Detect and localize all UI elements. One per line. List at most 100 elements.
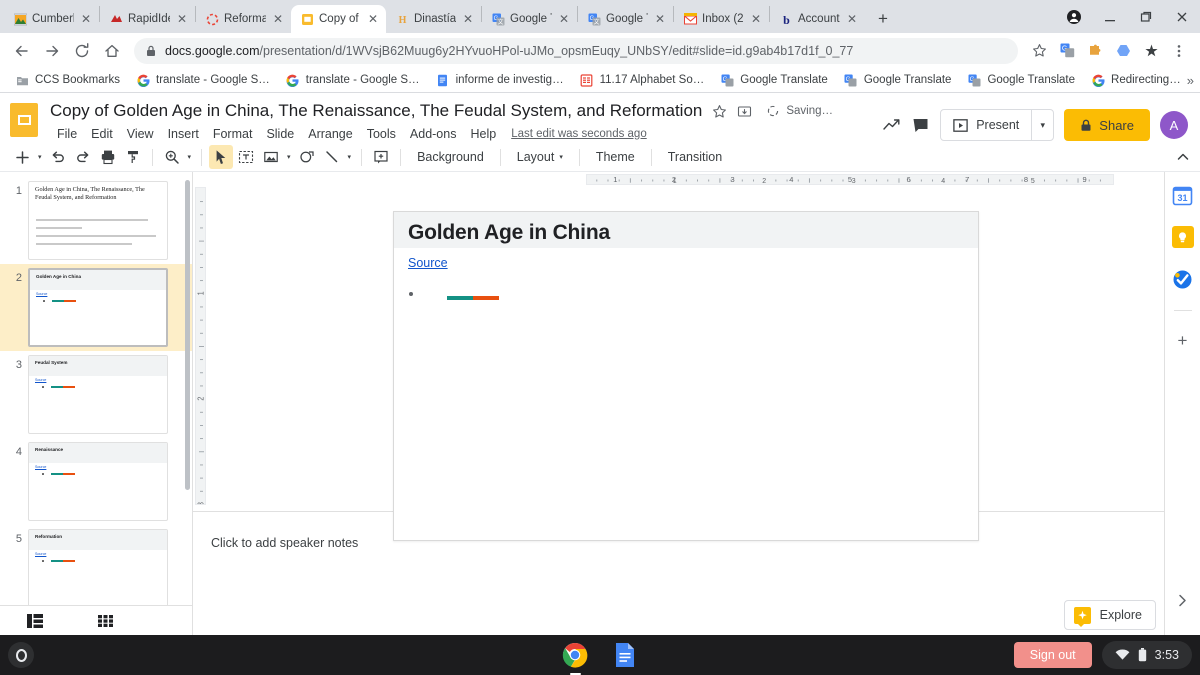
chrome-menu-icon[interactable] — [1166, 38, 1192, 64]
menu-tools[interactable]: Tools — [360, 124, 403, 144]
reload-button[interactable] — [68, 37, 96, 65]
avatar[interactable]: A — [1160, 111, 1188, 139]
background-button[interactable]: Background — [408, 145, 493, 169]
grid-view-icon[interactable] — [70, 614, 140, 627]
bookmark-item-7[interactable]: G Google Translate — [960, 71, 1082, 89]
close-icon[interactable]: ✕ — [79, 13, 93, 25]
zoom-button[interactable] — [160, 145, 184, 169]
google-calendar-icon[interactable]: 31 — [1171, 184, 1194, 206]
filmstrip-slide-5[interactable]: 5 Reformation Source — [0, 525, 192, 605]
slide-canvas[interactable]: Golden Age in China Source — [393, 211, 979, 541]
chevron-up-icon[interactable] — [1176, 150, 1190, 164]
system-status-tray[interactable]: 3:53 — [1101, 641, 1192, 669]
filmstrip-slide-4[interactable]: 4 Renaissance Source — [0, 438, 192, 525]
theme-button[interactable]: Theme — [587, 145, 644, 169]
filmstrip-slide-1[interactable]: 1 Golden Age in China, The Renaissance, … — [0, 177, 192, 264]
print-button[interactable] — [96, 145, 120, 169]
close-button[interactable] — [1164, 0, 1200, 33]
present-dropdown-caret[interactable]: ▾ — [1031, 110, 1053, 140]
bookmark-star-icon[interactable] — [1026, 38, 1052, 64]
shape-button[interactable] — [295, 145, 319, 169]
extensions-star-icon[interactable] — [1138, 38, 1164, 64]
close-icon[interactable]: ✕ — [175, 13, 189, 25]
bookmark-item-2[interactable]: translate - Google S… — [279, 71, 427, 89]
filmstrip-scrollbar[interactable] — [185, 180, 190, 490]
bookmark-item-3[interactable]: informe de investig… — [429, 71, 571, 89]
zoom-caret[interactable]: ▾ — [185, 153, 195, 161]
slide-canvas-wrap[interactable]: Golden Age in China Source — [208, 187, 1164, 541]
menu-slide[interactable]: Slide — [259, 124, 301, 144]
translate-extension-icon[interactable]: G — [1054, 38, 1080, 64]
share-button[interactable]: Share — [1064, 109, 1150, 141]
address-bar[interactable]: docs.google.com/presentation/d/1WVsjB62M… — [134, 37, 1018, 64]
line-caret[interactable]: ▾ — [345, 153, 355, 161]
slide-thumbnail[interactable]: Feudal System Source — [28, 355, 168, 434]
browser-tab-0[interactable]: Cumberland ✕ — [4, 5, 99, 33]
close-icon[interactable]: ✕ — [461, 13, 475, 25]
new-tab-button[interactable]: + — [869, 5, 897, 33]
vertical-ruler[interactable]: 1 2 3 — [193, 187, 208, 511]
new-slide-caret[interactable]: ▾ — [35, 153, 45, 161]
document-title[interactable]: Copy of Golden Age in China, The Renaiss… — [50, 101, 702, 121]
close-icon[interactable]: ✕ — [366, 13, 380, 25]
slide-source-link[interactable]: Source — [408, 256, 448, 270]
filmstrip-slide-2[interactable]: 2 Golden Age in China Source — [0, 264, 192, 351]
comment-icon[interactable] — [911, 116, 930, 135]
close-icon[interactable]: ✕ — [653, 13, 667, 25]
select-tool-button[interactable] — [209, 145, 234, 169]
slide-thumbnail[interactable]: Renaissance Source — [28, 442, 168, 521]
text-box-button[interactable] — [234, 145, 258, 169]
add-panel-button[interactable]: + — [1178, 331, 1188, 351]
bookmark-item-6[interactable]: G Google Translate — [837, 71, 959, 89]
menu-insert[interactable]: Insert — [161, 124, 206, 144]
slide-thumbnail[interactable]: Reformation Source — [28, 529, 168, 605]
close-icon[interactable]: ✕ — [845, 13, 859, 25]
extension-puzzle-icon[interactable] — [1082, 38, 1108, 64]
line-button[interactable] — [320, 145, 344, 169]
menu-file[interactable]: File — [50, 124, 84, 144]
drive-sync-icon[interactable] — [1110, 38, 1136, 64]
slide-thumbnail[interactable]: Golden Age in China, The Renaissance, Th… — [28, 181, 168, 260]
slide-title-text[interactable]: Golden Age in China — [408, 221, 610, 245]
forward-button[interactable] — [38, 37, 66, 65]
slide-color-bar[interactable] — [447, 296, 499, 300]
bookmark-item-1[interactable]: translate - Google S… — [129, 71, 277, 89]
star-icon[interactable] — [712, 104, 727, 119]
bookmark-item-5[interactable]: G Google Translate — [713, 71, 835, 89]
menu-format[interactable]: Format — [206, 124, 260, 144]
filmstrip-view-icon[interactable] — [0, 613, 70, 628]
minimize-button[interactable] — [1092, 0, 1128, 33]
image-caret[interactable]: ▾ — [284, 153, 294, 161]
browser-tab-1[interactable]: RapidIdenti ✕ — [100, 5, 195, 33]
explore-button[interactable]: Explore — [1063, 600, 1156, 630]
slide-thumbnail[interactable]: Golden Age in China Source — [28, 268, 168, 347]
browser-tab-5[interactable]: G文 Google Tra ✕ — [482, 5, 577, 33]
google-docs-icon[interactable] — [612, 642, 638, 668]
present-button[interactable]: Present — [941, 110, 1031, 140]
move-to-folder-icon[interactable] — [737, 104, 752, 119]
close-icon[interactable]: ✕ — [749, 13, 763, 25]
chrome-icon[interactable] — [562, 642, 588, 675]
google-tasks-icon[interactable] — [1172, 268, 1194, 290]
filmstrip-scroll[interactable]: 1 Golden Age in China, The Renaissance, … — [0, 172, 192, 605]
redo-button[interactable] — [71, 145, 95, 169]
google-keep-icon[interactable] — [1171, 226, 1194, 248]
close-icon[interactable]: ✕ — [271, 13, 285, 25]
transition-button[interactable]: Transition — [659, 145, 731, 169]
browser-tab-3-active[interactable]: Copy of Gol ✕ — [291, 5, 386, 33]
profile-icon[interactable] — [1056, 0, 1092, 33]
layout-button[interactable]: Layout ▾ — [508, 145, 572, 169]
menu-help[interactable]: Help — [463, 124, 503, 144]
menu-add-ons[interactable]: Add-ons — [403, 124, 464, 144]
filmstrip-slide-3[interactable]: 3 Feudal System Source — [0, 351, 192, 438]
menu-arrange[interactable]: Arrange — [301, 124, 359, 144]
undo-button[interactable] — [46, 145, 70, 169]
menu-view[interactable]: View — [120, 124, 161, 144]
close-icon[interactable]: ✕ — [557, 13, 571, 25]
browser-tab-2[interactable]: Reformation ✕ — [196, 5, 291, 33]
horizontal-ruler[interactable]: 1234 56 1 2 3 4 5 6 7 8 9 — [193, 172, 1164, 187]
new-slide-button[interactable] — [10, 145, 34, 169]
browser-tab-4[interactable]: H Dinastía Ta ✕ — [386, 5, 481, 33]
bookmarks-overflow-button[interactable]: » — [1187, 73, 1194, 88]
browser-tab-7[interactable]: Inbox (2,13 ✕ — [674, 5, 769, 33]
